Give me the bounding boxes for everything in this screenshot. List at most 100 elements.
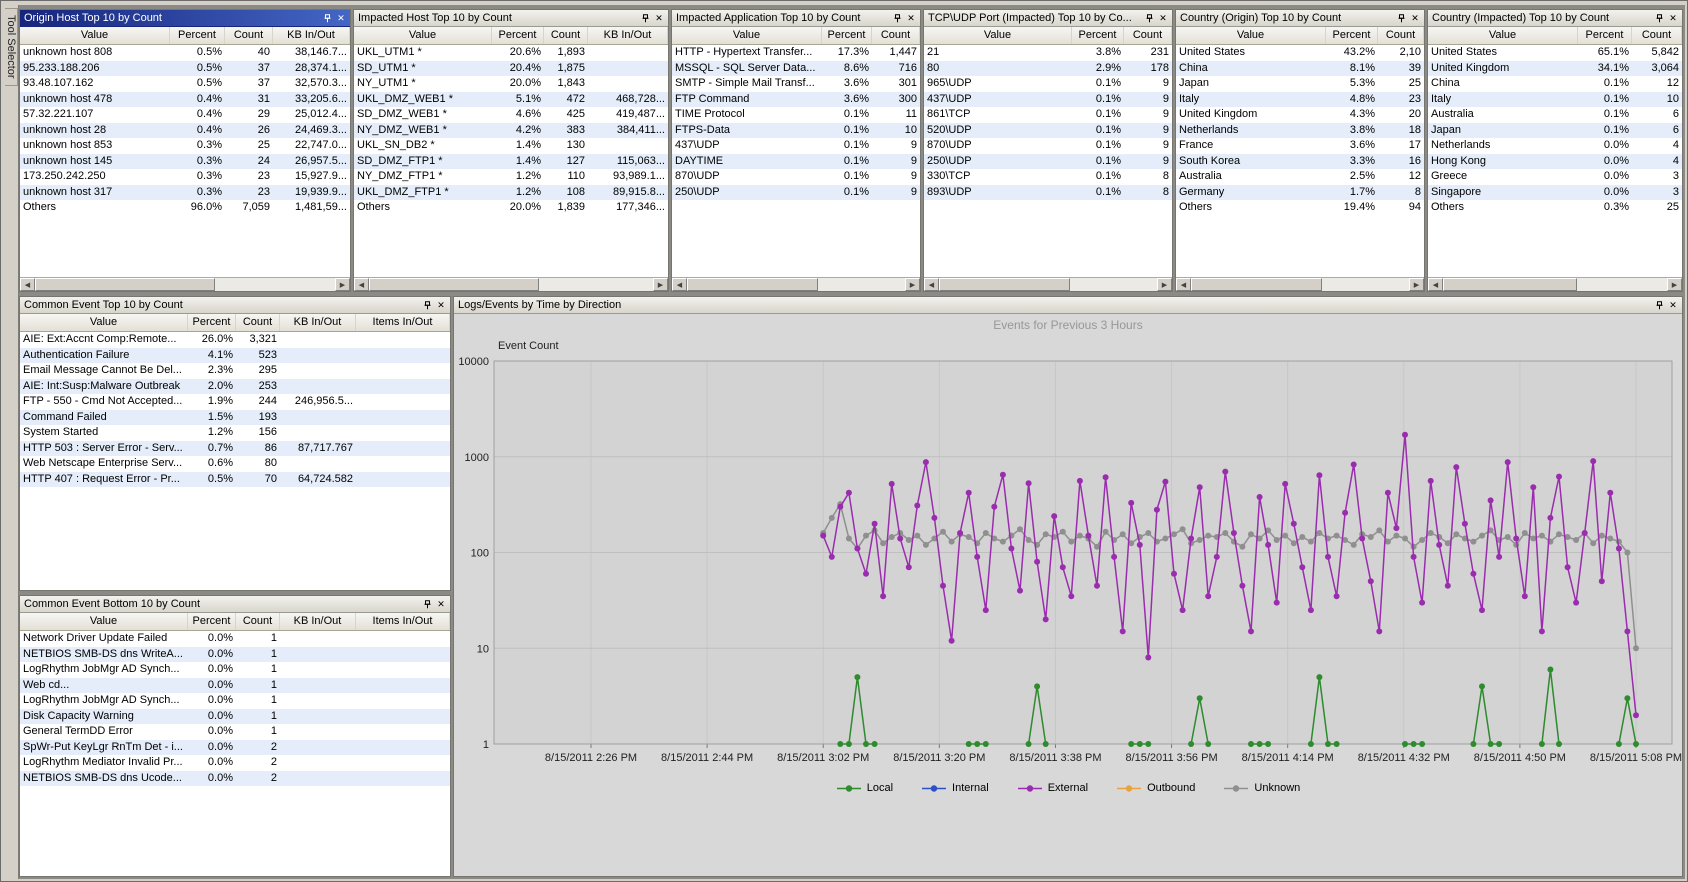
pin-icon[interactable] <box>890 12 904 25</box>
table-row[interactable]: SpWr-Put KeyLgr RnTm Det - i...0.0%2 <box>20 740 450 756</box>
column-header-count[interactable]: Count <box>1378 27 1424 44</box>
scrollbar-track[interactable] <box>369 278 653 291</box>
scroll-left-button[interactable]: ◀ <box>20 278 35 291</box>
table-row[interactable]: NETBIOS SMB-DS dns Ucode...0.0%2 <box>20 771 450 787</box>
pin-icon[interactable] <box>1142 12 1156 25</box>
table-row[interactable]: HTTP 407 : Request Error - Pr...0.5%7064… <box>20 472 450 488</box>
column-header-percent[interactable]: Percent <box>170 27 225 44</box>
horizontal-scrollbar[interactable]: ◀ ▶ <box>1176 277 1424 291</box>
pin-icon[interactable] <box>420 299 434 312</box>
pin-icon[interactable] <box>1652 299 1666 312</box>
column-header-value[interactable]: Value <box>1428 27 1578 44</box>
table-row[interactable]: 870\UDP0.1%9 <box>924 138 1172 154</box>
table-row[interactable]: SMTP - Simple Mail Transf...3.6%301 <box>672 76 920 92</box>
close-icon[interactable]: ✕ <box>1156 12 1170 25</box>
table-row[interactable]: unknown host 8080.5%4038,146.7... <box>20 45 350 61</box>
pin-icon[interactable] <box>1394 12 1408 25</box>
table-row[interactable]: 173.250.242.2500.3%2315,927.9... <box>20 169 350 185</box>
column-header-kb-in-out[interactable]: KB In/Out <box>273 27 350 44</box>
table-row[interactable]: 965\UDP0.1%9 <box>924 76 1172 92</box>
column-header-value[interactable]: Value <box>20 27 170 44</box>
panel-titlebar[interactable]: Origin Host Top 10 by Count ✕ <box>20 10 350 27</box>
table-row[interactable]: MSSQL - SQL Server Data...8.6%716 <box>672 61 920 77</box>
table-row[interactable]: Japan0.1%6 <box>1428 123 1682 139</box>
close-icon[interactable]: ✕ <box>334 12 348 25</box>
table-row[interactable]: NETBIOS SMB-DS dns WriteA...0.0%1 <box>20 647 450 663</box>
legend-item-local[interactable]: Local <box>836 782 893 794</box>
pin-icon[interactable] <box>320 12 334 25</box>
horizontal-scrollbar[interactable]: ◀ ▶ <box>20 277 350 291</box>
table-row[interactable]: United Kingdom4.3%20 <box>1176 107 1424 123</box>
table-row[interactable]: Others20.0%1,839177,346... <box>354 200 668 216</box>
table-row[interactable]: Authentication Failure4.1%523 <box>20 348 450 364</box>
table-row[interactable]: LogRhythm JobMgr AD Synch...0.0%1 <box>20 662 450 678</box>
table-row[interactable]: UKL_DMZ_WEB1 *5.1%472468,728... <box>354 92 668 108</box>
table-row[interactable]: 250\UDP0.1%9 <box>672 185 920 201</box>
table-row[interactable]: Email Message Cannot Be Del...2.3%295 <box>20 363 450 379</box>
table-row[interactable]: System Started1.2%156 <box>20 425 450 441</box>
table-row[interactable]: unknown host 8530.3%2522,747.0... <box>20 138 350 154</box>
table-row[interactable]: 520\UDP0.1%9 <box>924 123 1172 139</box>
column-header-count[interactable]: Count <box>225 27 273 44</box>
table-row[interactable]: United States65.1%5,842 <box>1428 45 1682 61</box>
table-row[interactable]: SD_DMZ_WEB1 *4.6%425419,487... <box>354 107 668 123</box>
table-row[interactable]: Web cd...0.0%1 <box>20 678 450 694</box>
table-row[interactable]: Web Netscape Enterprise Serv...0.6%80 <box>20 456 450 472</box>
legend-item-unknown[interactable]: Unknown <box>1223 782 1300 794</box>
table-row[interactable]: 213.8%231 <box>924 45 1172 61</box>
table-row[interactable]: Greece0.0%3 <box>1428 169 1682 185</box>
table-row[interactable]: Japan5.3%25 <box>1176 76 1424 92</box>
table-row[interactable]: 330\TCP0.1%8 <box>924 169 1172 185</box>
table-row[interactable]: NY_DMZ_FTP1 *1.2%11093,989.1... <box>354 169 668 185</box>
table-row[interactable]: FTP - 550 - Cmd Not Accepted...1.9%24424… <box>20 394 450 410</box>
close-icon[interactable]: ✕ <box>434 598 448 611</box>
panel-titlebar[interactable]: Logs/Events by Time by Direction ✕ <box>454 297 1682 314</box>
table-row[interactable]: Disk Capacity Warning0.0%1 <box>20 709 450 725</box>
column-header-value[interactable]: Value <box>20 613 188 630</box>
column-header-percent[interactable]: Percent <box>188 314 236 331</box>
scroll-right-button[interactable]: ▶ <box>1157 278 1172 291</box>
scroll-right-button[interactable]: ▶ <box>335 278 350 291</box>
table-row[interactable]: Network Driver Update Failed0.0%1 <box>20 631 450 647</box>
close-icon[interactable]: ✕ <box>1408 12 1422 25</box>
table-row[interactable]: 870\UDP0.1%9 <box>672 169 920 185</box>
column-header-value[interactable]: Value <box>672 27 822 44</box>
panel-titlebar[interactable]: Common Event Bottom 10 by Count ✕ <box>20 596 450 613</box>
column-header-kb-in-out[interactable]: KB In/Out <box>280 613 356 630</box>
column-header-percent[interactable]: Percent <box>822 27 872 44</box>
scroll-left-button[interactable]: ◀ <box>924 278 939 291</box>
column-header-percent[interactable]: Percent <box>188 613 236 630</box>
table-row[interactable]: LogRhythm JobMgr AD Synch...0.0%1 <box>20 693 450 709</box>
scrollbar-thumb[interactable] <box>35 278 215 291</box>
legend-item-external[interactable]: External <box>1017 782 1088 794</box>
scroll-right-button[interactable]: ▶ <box>1667 278 1682 291</box>
table-row[interactable]: Others96.0%7,0591,481,59... <box>20 200 350 216</box>
scroll-left-button[interactable]: ◀ <box>354 278 369 291</box>
pin-icon[interactable] <box>420 598 434 611</box>
table-row[interactable]: AIE: Int:Susp:Malware Outbreak2.0%253 <box>20 379 450 395</box>
close-icon[interactable]: ✕ <box>904 12 918 25</box>
column-header-value[interactable]: Value <box>924 27 1072 44</box>
table-row[interactable]: unknown host 4780.4%3133,205.6... <box>20 92 350 108</box>
table-row[interactable]: Australia2.5%12 <box>1176 169 1424 185</box>
scroll-left-button[interactable]: ◀ <box>672 278 687 291</box>
scrollbar-thumb[interactable] <box>687 278 818 291</box>
scrollbar-track[interactable] <box>1191 278 1409 291</box>
table-row[interactable]: Netherlands0.0%4 <box>1428 138 1682 154</box>
table-row[interactable]: Italy4.8%23 <box>1176 92 1424 108</box>
horizontal-scrollbar[interactable]: ◀ ▶ <box>354 277 668 291</box>
column-header-value[interactable]: Value <box>354 27 492 44</box>
table-row[interactable]: 57.32.221.1070.4%2925,012.4... <box>20 107 350 123</box>
column-header-count[interactable]: Count <box>872 27 920 44</box>
column-header-count[interactable]: Count <box>236 613 280 630</box>
table-row[interactable]: 861\TCP0.1%9 <box>924 107 1172 123</box>
table-row[interactable]: LogRhythm Mediator Invalid Pr...0.0%2 <box>20 755 450 771</box>
table-row[interactable]: 250\UDP0.1%9 <box>924 154 1172 170</box>
panel-titlebar[interactable]: Country (Impacted) Top 10 by Count ✕ <box>1428 10 1682 27</box>
table-row[interactable]: unknown host 280.4%2624,469.3... <box>20 123 350 139</box>
scrollbar-thumb[interactable] <box>1191 278 1322 291</box>
scroll-left-button[interactable]: ◀ <box>1428 278 1443 291</box>
scrollbar-thumb[interactable] <box>939 278 1070 291</box>
table-row[interactable]: 437\UDP0.1%9 <box>672 138 920 154</box>
table-row[interactable]: Hong Kong0.0%4 <box>1428 154 1682 170</box>
